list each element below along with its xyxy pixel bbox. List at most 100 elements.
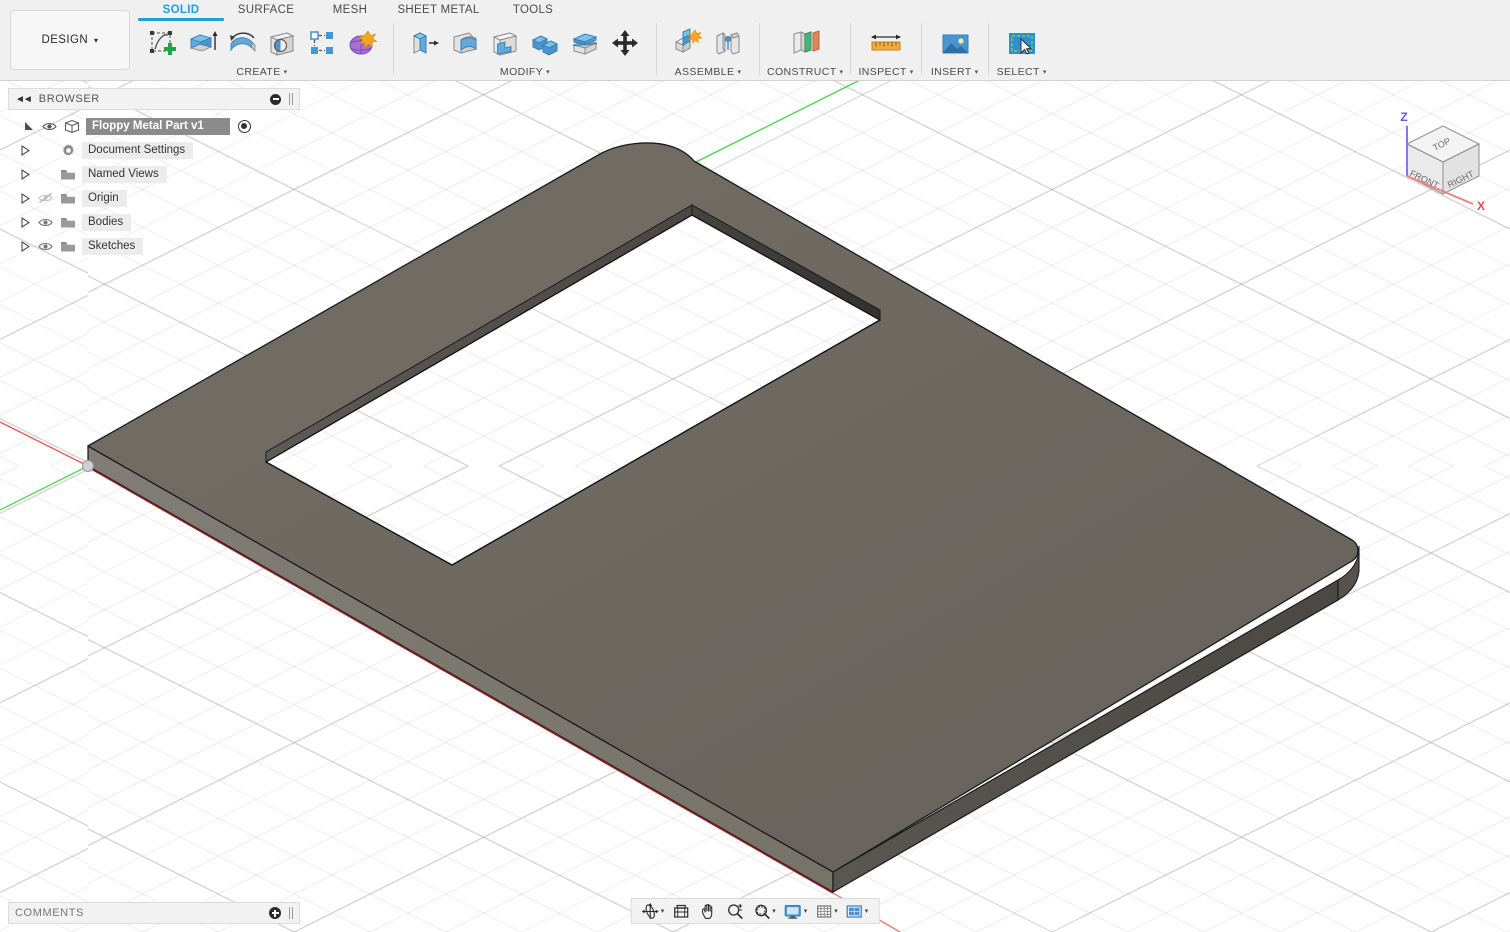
joint-icon[interactable]: [708, 23, 748, 63]
toolbar-group-inspect-label[interactable]: INSPECT ▾: [858, 65, 913, 79]
tree-item-document-settings[interactable]: Document Settings: [8, 138, 300, 162]
viewcube-z-label: Z: [1400, 110, 1407, 124]
create-sketch-icon[interactable]: [142, 23, 182, 63]
toolbar-group-insert-label[interactable]: INSERT ▾: [931, 65, 979, 79]
chevron-down-icon: ▾: [839, 69, 844, 76]
tab-solid-label: SOLID: [162, 4, 200, 16]
orbit-icon[interactable]: ▾: [639, 899, 668, 923]
chevron-down-icon: ▾: [864, 908, 869, 915]
eye-icon[interactable]: [40, 121, 58, 132]
chevron-down-icon: ▾: [94, 35, 99, 45]
tree-item-bodies[interactable]: Bodies: [8, 210, 300, 234]
create-form-icon[interactable]: [342, 23, 382, 63]
folder-icon: [58, 168, 78, 181]
fillet-icon[interactable]: [445, 23, 485, 63]
tree-item-label: Named Views: [82, 165, 167, 183]
tree-item-label: Origin: [82, 189, 127, 207]
insert-image-icon[interactable]: [933, 23, 977, 63]
triangle-down-icon[interactable]: [22, 121, 36, 132]
tab-sheet-metal-label: SHEET METAL: [397, 4, 480, 16]
select-window-icon[interactable]: [1000, 23, 1044, 63]
zoom-icon[interactable]: [723, 899, 748, 923]
revolve-icon[interactable]: [222, 23, 262, 63]
main-toolbar: DESIGN ▾ SOLID SURFACE MESH SHEET METAL …: [0, 0, 1510, 81]
grid-snaps-icon[interactable]: ▾: [812, 899, 841, 923]
triangle-right-icon[interactable]: [18, 240, 32, 252]
display-settings-icon[interactable]: ▾: [781, 899, 811, 923]
measure-icon[interactable]: [863, 23, 909, 63]
panel-resize-grip[interactable]: [289, 93, 293, 105]
toolbar-separator: [393, 23, 394, 75]
toolbar-separator: [987, 23, 989, 75]
component-cube-icon: [62, 119, 82, 134]
new-component-icon[interactable]: [668, 23, 708, 63]
triangle-right-icon[interactable]: [18, 192, 32, 204]
chevron-down-icon: ▾: [1042, 69, 1047, 76]
browser-title: BROWSER: [38, 93, 100, 105]
tree-root-floppy-metal-part[interactable]: Floppy Metal Part v1: [8, 114, 300, 138]
chevron-down-icon: ▾: [546, 69, 551, 76]
fit-icon[interactable]: ▾: [750, 899, 779, 923]
eye-hidden-icon[interactable]: [36, 192, 54, 204]
activate-component-radio[interactable]: [237, 119, 251, 133]
eye-icon[interactable]: [36, 217, 54, 228]
origin-point[interactable]: [82, 460, 94, 472]
tab-surface[interactable]: SURFACE: [224, 0, 308, 21]
collapse-left-arrows-icon[interactable]: ◄◄: [15, 94, 33, 105]
toolbar-group-assemble-label[interactable]: ASSEMBLE ▾: [675, 65, 742, 79]
chevron-down-icon: ▾: [737, 69, 742, 76]
toolbar-group-create: CREATE ▾: [138, 21, 386, 81]
tree-root-label: Floppy Metal Part v1: [86, 117, 230, 135]
move-copy-icon[interactable]: [605, 23, 645, 63]
toolbar-group-select-label[interactable]: SELECT ▾: [997, 65, 1047, 79]
tab-sheet-metal[interactable]: SHEET METAL: [392, 0, 485, 21]
folder-icon: [58, 192, 78, 205]
tree-item-sketches[interactable]: Sketches: [8, 234, 300, 258]
fusion360-window: DESIGN ▾ SOLID SURFACE MESH SHEET METAL …: [0, 0, 1510, 932]
tab-mesh[interactable]: MESH: [308, 0, 392, 21]
shell-icon[interactable]: [485, 23, 525, 63]
tree-item-label: Bodies: [82, 213, 132, 231]
pan-icon[interactable]: [696, 899, 721, 923]
look-at-icon[interactable]: [669, 899, 694, 923]
toolbar-group-modify-label[interactable]: MODIFY ▾: [500, 65, 550, 79]
toolbar-group-insert: INSERT ▾: [929, 21, 981, 81]
plus-circle-icon[interactable]: [269, 907, 281, 919]
tree-item-origin[interactable]: Origin: [8, 186, 300, 210]
tab-solid[interactable]: SOLID: [138, 0, 224, 21]
split-face-icon[interactable]: [565, 23, 605, 63]
tab-tools[interactable]: TOOLS: [485, 0, 581, 21]
extrude-icon[interactable]: [182, 23, 222, 63]
tree-item-named-views[interactable]: Named Views: [8, 162, 300, 186]
browser-header: ◄◄ BROWSER: [8, 88, 300, 110]
hole-icon[interactable]: [262, 23, 302, 63]
toolbar-group-inspect: INSPECT ▾: [858, 21, 913, 81]
y-axis-line-neg: [0, 465, 89, 511]
rectangular-pattern-icon[interactable]: [302, 23, 342, 63]
offset-plane-icon[interactable]: [782, 23, 828, 63]
toolbar-groups: CREATE ▾ MODIFY ▾ ASSEMBLE ▾ CONSTRUCT ▾…: [130, 21, 1510, 81]
chevron-down-icon: ▾: [772, 908, 776, 915]
minus-circle-icon[interactable]: [270, 93, 281, 105]
chevron-down-icon: ▾: [803, 908, 808, 915]
press-pull-icon[interactable]: [405, 23, 445, 63]
view-cube[interactable]: TOP FRONT RIGHT Z X: [1377, 96, 1502, 216]
navigation-bar: ▾ ▾ ▾ ▾ ▾: [630, 898, 880, 924]
triangle-right-icon[interactable]: [18, 144, 32, 156]
toolbar-separator: [656, 23, 657, 75]
viewcube-x-label: X: [1477, 199, 1485, 213]
comments-title: COMMENTS: [15, 907, 84, 919]
eye-icon[interactable]: [36, 241, 54, 252]
viewports-icon[interactable]: ▾: [843, 899, 872, 923]
toolbar-separator: [920, 23, 922, 75]
triangle-right-icon[interactable]: [18, 216, 32, 228]
combine-icon[interactable]: [525, 23, 565, 63]
workspace-switcher[interactable]: DESIGN ▾: [10, 10, 130, 70]
triangle-right-icon[interactable]: [18, 168, 32, 180]
toolbar-group-create-label[interactable]: CREATE ▾: [236, 65, 287, 79]
tab-surface-label: SURFACE: [237, 4, 295, 16]
panel-resize-grip[interactable]: [289, 907, 293, 919]
toolbar-group-construct-label[interactable]: CONSTRUCT ▾: [767, 65, 843, 79]
folder-icon: [58, 240, 78, 253]
chevron-down-icon: ▾: [974, 69, 979, 76]
